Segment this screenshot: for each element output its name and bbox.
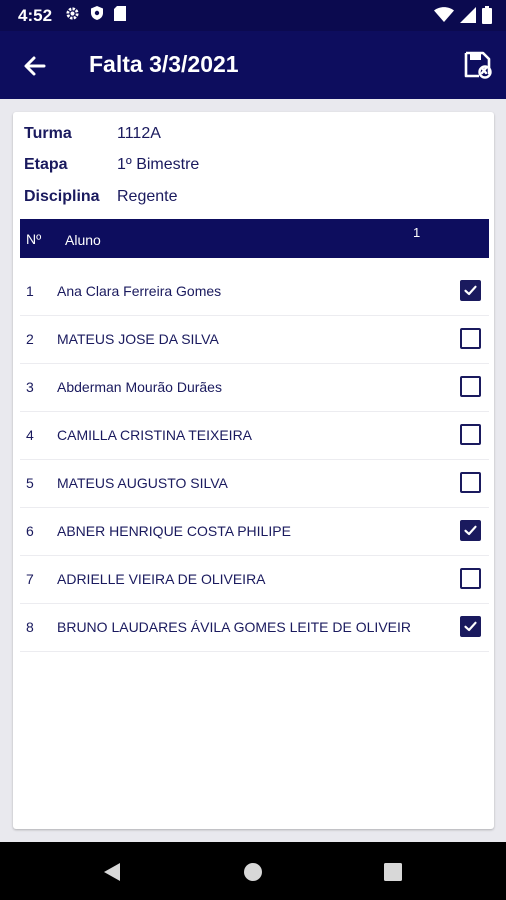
info-row-disciplina: Disciplina Regente: [24, 186, 178, 208]
status-icons-left: [65, 5, 127, 26]
row-number: 2: [26, 331, 34, 347]
student-name: BRUNO LAUDARES ÁVILA GOMES LEITE DE OLIV…: [57, 619, 411, 635]
arrow-left-icon[interactable]: [22, 53, 48, 79]
page-title: Falta 3/3/2021: [89, 51, 239, 77]
student-name: ABNER HENRIQUE COSTA PHILIPE: [57, 523, 291, 539]
table-row: 2 MATEUS JOSE DA SILVA: [20, 316, 489, 364]
absence-checkbox[interactable]: [460, 280, 481, 301]
student-name: ADRIELLE VIEIRA DE OLIVEIRA: [57, 571, 266, 587]
student-name: Abderman Mourão Durães: [57, 379, 222, 395]
table-row: 5 MATEUS AUGUSTO SILVA: [20, 460, 489, 508]
etapa-value: 1º Bimestre: [117, 156, 200, 173]
header-absence-count: 1: [413, 225, 421, 240]
recents-square-icon[interactable]: [384, 863, 402, 886]
back-triangle-icon[interactable]: [103, 862, 121, 887]
row-number: 8: [26, 619, 34, 635]
row-number: 4: [26, 427, 34, 443]
turma-value: 1112A: [117, 125, 161, 142]
table-row: 6 ABNER HENRIQUE COSTA PHILIPE: [20, 508, 489, 556]
checkmark-icon: [464, 285, 477, 296]
wifi-icon: [434, 7, 454, 28]
absence-checkbox[interactable]: [460, 520, 481, 541]
shield-icon: [90, 5, 104, 26]
row-number: 7: [26, 571, 34, 587]
app-bar: Falta 3/3/2021: [0, 31, 506, 99]
info-row-etapa: Etapa 1º Bimestre: [24, 154, 199, 176]
disciplina-value: Regente: [117, 188, 178, 205]
row-number: 3: [26, 379, 34, 395]
info-row-turma: Turma 1112A: [24, 123, 161, 145]
header-student: Aluno: [65, 232, 101, 248]
status-time: 4:52: [18, 5, 53, 25]
student-name: MATEUS AUGUSTO SILVA: [57, 475, 228, 491]
student-name: Ana Clara Ferreira Gomes: [57, 283, 222, 299]
system-nav-bar: [0, 842, 506, 900]
etapa-label: Etapa: [24, 156, 68, 173]
absence-checkbox[interactable]: [460, 424, 481, 445]
student-name: MATEUS JOSE DA SILVA: [57, 331, 219, 347]
row-number: 1: [26, 283, 34, 299]
row-number: 6: [26, 523, 34, 539]
signal-icon: [460, 7, 476, 28]
checkmark-icon: [464, 525, 477, 536]
home-circle-icon[interactable]: [243, 862, 263, 887]
absence-checkbox[interactable]: [460, 616, 481, 637]
absence-checkbox[interactable]: [460, 328, 481, 349]
student-list: 1 Ana Clara Ferreira Gomes 2 MATEUS JOSE…: [20, 268, 489, 652]
table-row: 1 Ana Clara Ferreira Gomes: [20, 268, 489, 316]
checkmark-icon: [464, 621, 477, 632]
disciplina-label: Disciplina: [24, 188, 100, 205]
attendance-card: Turma 1112A Etapa 1º Bimestre Disciplina…: [13, 112, 494, 829]
turma-label: Turma: [24, 125, 72, 142]
absence-checkbox[interactable]: [460, 376, 481, 397]
sd-card-icon: [114, 5, 127, 26]
gear-icon: [65, 6, 80, 26]
status-icons-right: [434, 6, 492, 29]
absence-checkbox[interactable]: [460, 568, 481, 589]
header-number: Nº: [26, 231, 42, 247]
table-header: Nº Aluno 1: [20, 219, 489, 258]
table-row: 4 CAMILLA CRISTINA TEIXEIRA: [20, 412, 489, 460]
student-name: CAMILLA CRISTINA TEIXEIRA: [57, 427, 253, 443]
table-row: 3 Abderman Mourão Durães: [20, 364, 489, 412]
table-row: 7 ADRIELLE VIEIRA DE OLIVEIRA: [20, 556, 489, 604]
save-icon[interactable]: [462, 50, 492, 80]
battery-icon: [482, 6, 492, 29]
row-number: 5: [26, 475, 34, 491]
status-bar: 4:52: [0, 0, 506, 31]
absence-checkbox[interactable]: [460, 472, 481, 493]
table-row: 8 BRUNO LAUDARES ÁVILA GOMES LEITE DE OL…: [20, 604, 489, 652]
